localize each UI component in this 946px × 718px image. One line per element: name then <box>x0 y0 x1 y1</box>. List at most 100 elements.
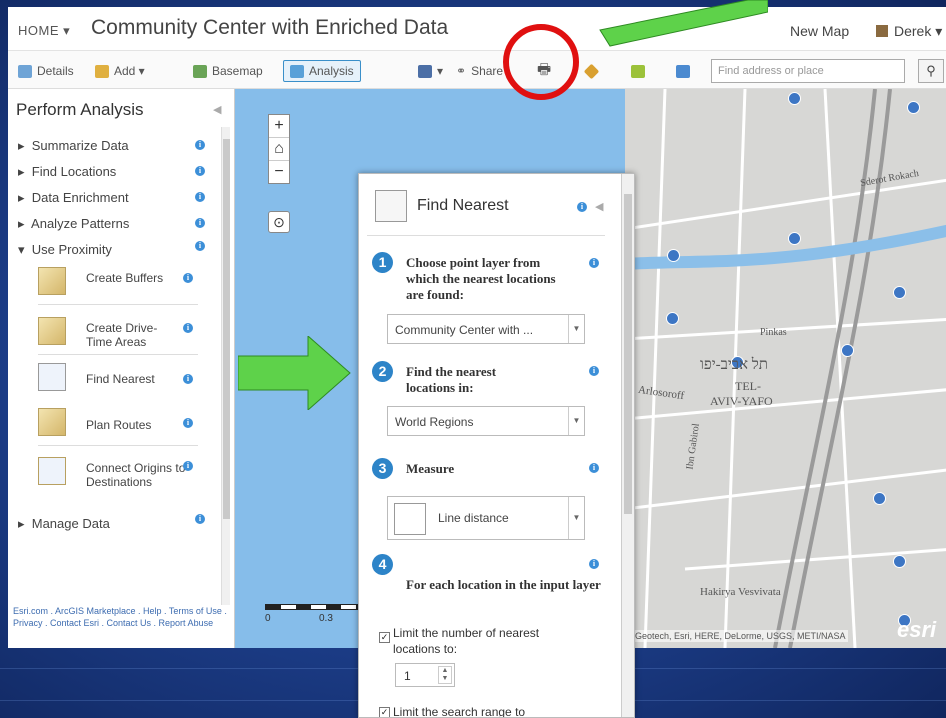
locate-button[interactable]: ⊙ <box>268 211 290 233</box>
tool-plan-routes[interactable]: Plan Routes i <box>38 402 198 446</box>
save-label: ▾ <box>437 64 444 78</box>
add-icon <box>95 64 109 78</box>
info-icon[interactable]: i <box>589 559 599 569</box>
tool-create-drive-time-areas[interactable]: Create Drive-Time Areas i <box>38 311 198 355</box>
footer-links[interactable]: Esri.com . ArcGIS Marketplace . Help . T… <box>13 605 228 629</box>
category-data-enrichment[interactable]: ▸ Data Enrichment <box>18 190 129 206</box>
details-icon <box>18 64 32 78</box>
map-point[interactable] <box>788 92 801 105</box>
step-3-text: Measure <box>406 461 455 476</box>
panel-title: Perform Analysis <box>16 100 144 119</box>
chevron-down-icon: ▼ <box>568 497 584 539</box>
info-icon[interactable]: i <box>195 192 205 202</box>
input-layer-select[interactable]: Community Center with ... ▼ <box>387 314 585 344</box>
drive-time-icon <box>38 317 66 345</box>
step-1-text: Choose point layer from which the neares… <box>406 255 556 302</box>
callout-arrow-top <box>599 0 768 47</box>
info-icon[interactable]: i <box>183 374 193 384</box>
step-2-badge: 2 <box>372 361 393 382</box>
info-icon[interactable]: i <box>183 323 193 333</box>
scale-label-end: 0.3 <box>319 613 333 624</box>
share-button[interactable]: ⚭ Share <box>456 60 503 82</box>
basemap-label: Basemap <box>212 64 263 78</box>
category-label: Manage Data <box>31 516 110 531</box>
map-label-tlv-hebrew: תל אביב-יפו <box>700 357 768 373</box>
user-menu[interactable]: Derek ▾ <box>876 23 942 40</box>
details-button[interactable]: Details <box>18 60 74 82</box>
avatar <box>876 25 888 37</box>
info-icon[interactable]: i <box>589 366 599 376</box>
collapse-panel-icon[interactable]: ◀ <box>213 103 221 116</box>
panel-scrollbar[interactable] <box>221 127 230 605</box>
category-use-proximity[interactable]: ▾ Use Proximity <box>18 242 112 258</box>
category-summarize-data[interactable]: ▸ Summarize Data <box>18 138 129 154</box>
basemap-button[interactable]: Basemap <box>193 60 263 82</box>
limit-count-stepper[interactable]: 1 ▲ ▼ <box>395 663 455 687</box>
analysis-icon <box>290 64 304 78</box>
tool-find-nearest[interactable]: Find Nearest i <box>38 357 198 401</box>
save-button[interactable]: ▾ <box>418 60 443 82</box>
info-icon[interactable]: i <box>183 461 193 471</box>
map-point[interactable] <box>841 344 854 357</box>
new-map-link[interactable]: New Map <box>790 23 849 39</box>
home-extent-button[interactable]: ⌂ <box>269 138 289 161</box>
info-icon[interactable]: i <box>195 166 205 176</box>
map-point[interactable] <box>907 101 920 114</box>
bookmarks-button[interactable] <box>676 60 690 82</box>
info-icon[interactable]: i <box>183 273 193 283</box>
near-layer-select[interactable]: World Regions ▼ <box>387 406 585 436</box>
chevron-down-icon: ▼ <box>568 315 584 343</box>
map-point[interactable] <box>893 286 906 299</box>
find-nearest-icon <box>375 190 407 222</box>
tool-connect-origins[interactable]: Connect Origins to Destinations i <box>38 451 198 495</box>
info-icon[interactable]: i <box>195 218 205 228</box>
collapse-icon[interactable]: ◀ <box>595 200 603 213</box>
tool-create-buffers[interactable]: Create Buffers i <box>38 261 198 305</box>
search-button[interactable]: ⚲ <box>918 59 944 83</box>
category-analyze-patterns[interactable]: ▸ Analyze Patterns <box>18 216 129 232</box>
limit-range-checkbox[interactable]: ✓ <box>379 707 390 717</box>
info-icon[interactable]: i <box>589 463 599 473</box>
map-point[interactable] <box>788 232 801 245</box>
map-label-hakirya: Hakirya Vesvivata <box>700 586 781 598</box>
info-icon[interactable]: i <box>183 418 193 428</box>
measure-select[interactable]: Line distance ▼ <box>387 496 585 540</box>
measure-button[interactable] <box>631 60 645 82</box>
map-point[interactable] <box>893 555 906 568</box>
bookmarks-icon <box>676 64 690 78</box>
save-icon <box>418 64 432 78</box>
info-icon[interactable]: i <box>195 140 205 150</box>
map-point[interactable] <box>667 249 680 262</box>
limit-nearest-checkbox[interactable]: ✓ <box>379 632 390 643</box>
scrollbar-thumb[interactable] <box>624 194 632 514</box>
directions-icon <box>583 63 600 79</box>
find-nearest-title: Find Nearest <box>417 197 509 214</box>
info-icon[interactable]: i <box>577 202 587 212</box>
directions-button[interactable] <box>583 60 600 82</box>
zoom-in-button[interactable]: + <box>269 115 289 138</box>
zoom-out-button[interactable]: − <box>269 161 289 184</box>
info-icon[interactable]: i <box>195 514 205 524</box>
step-2-text: Find the nearest locations in: <box>406 364 497 395</box>
map-point[interactable] <box>666 312 679 325</box>
measure-value: Line distance <box>438 511 509 525</box>
map-point[interactable] <box>873 492 886 505</box>
search-input[interactable]: Find address or place <box>711 59 905 83</box>
add-button[interactable]: Add ▾ <box>95 60 145 82</box>
connect-origins-icon <box>38 457 66 485</box>
home-menu[interactable]: HOME ▾ <box>18 23 70 39</box>
analysis-button[interactable]: Analysis <box>283 60 361 82</box>
scrollbar-thumb[interactable] <box>223 139 230 519</box>
stepper-arrows-icon[interactable]: ▲ ▼ <box>438 666 452 684</box>
map-label-tel: TEL- <box>735 379 761 393</box>
share-label: Share <box>471 64 504 78</box>
tool-label: Find Nearest <box>86 372 155 386</box>
category-find-locations[interactable]: ▸ Find Locations <box>18 164 116 180</box>
info-icon[interactable]: i <box>589 258 599 268</box>
map-attribution: Geotech, Esri, HERE, DeLorme, USGS, METI… <box>633 630 848 642</box>
category-manage-data[interactable]: ▸ Manage Data <box>18 516 110 532</box>
input-layer-value: Community Center with ... <box>395 323 534 337</box>
pane-scrollbar[interactable] <box>621 174 634 717</box>
info-icon[interactable]: i <box>195 241 205 251</box>
step-3-badge: 3 <box>372 458 393 479</box>
